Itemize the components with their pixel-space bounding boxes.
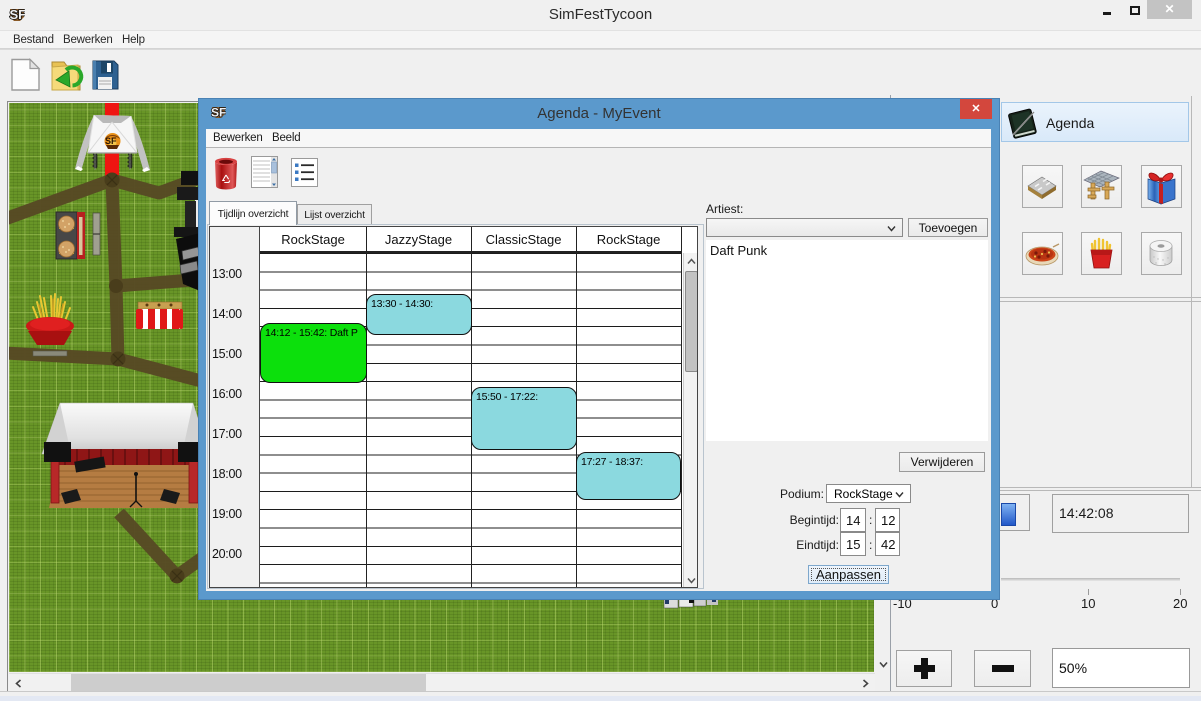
svg-text:SF: SF [211, 106, 226, 120]
svg-text:SF: SF [10, 7, 26, 22]
svg-text:SF: SF [105, 136, 117, 146]
